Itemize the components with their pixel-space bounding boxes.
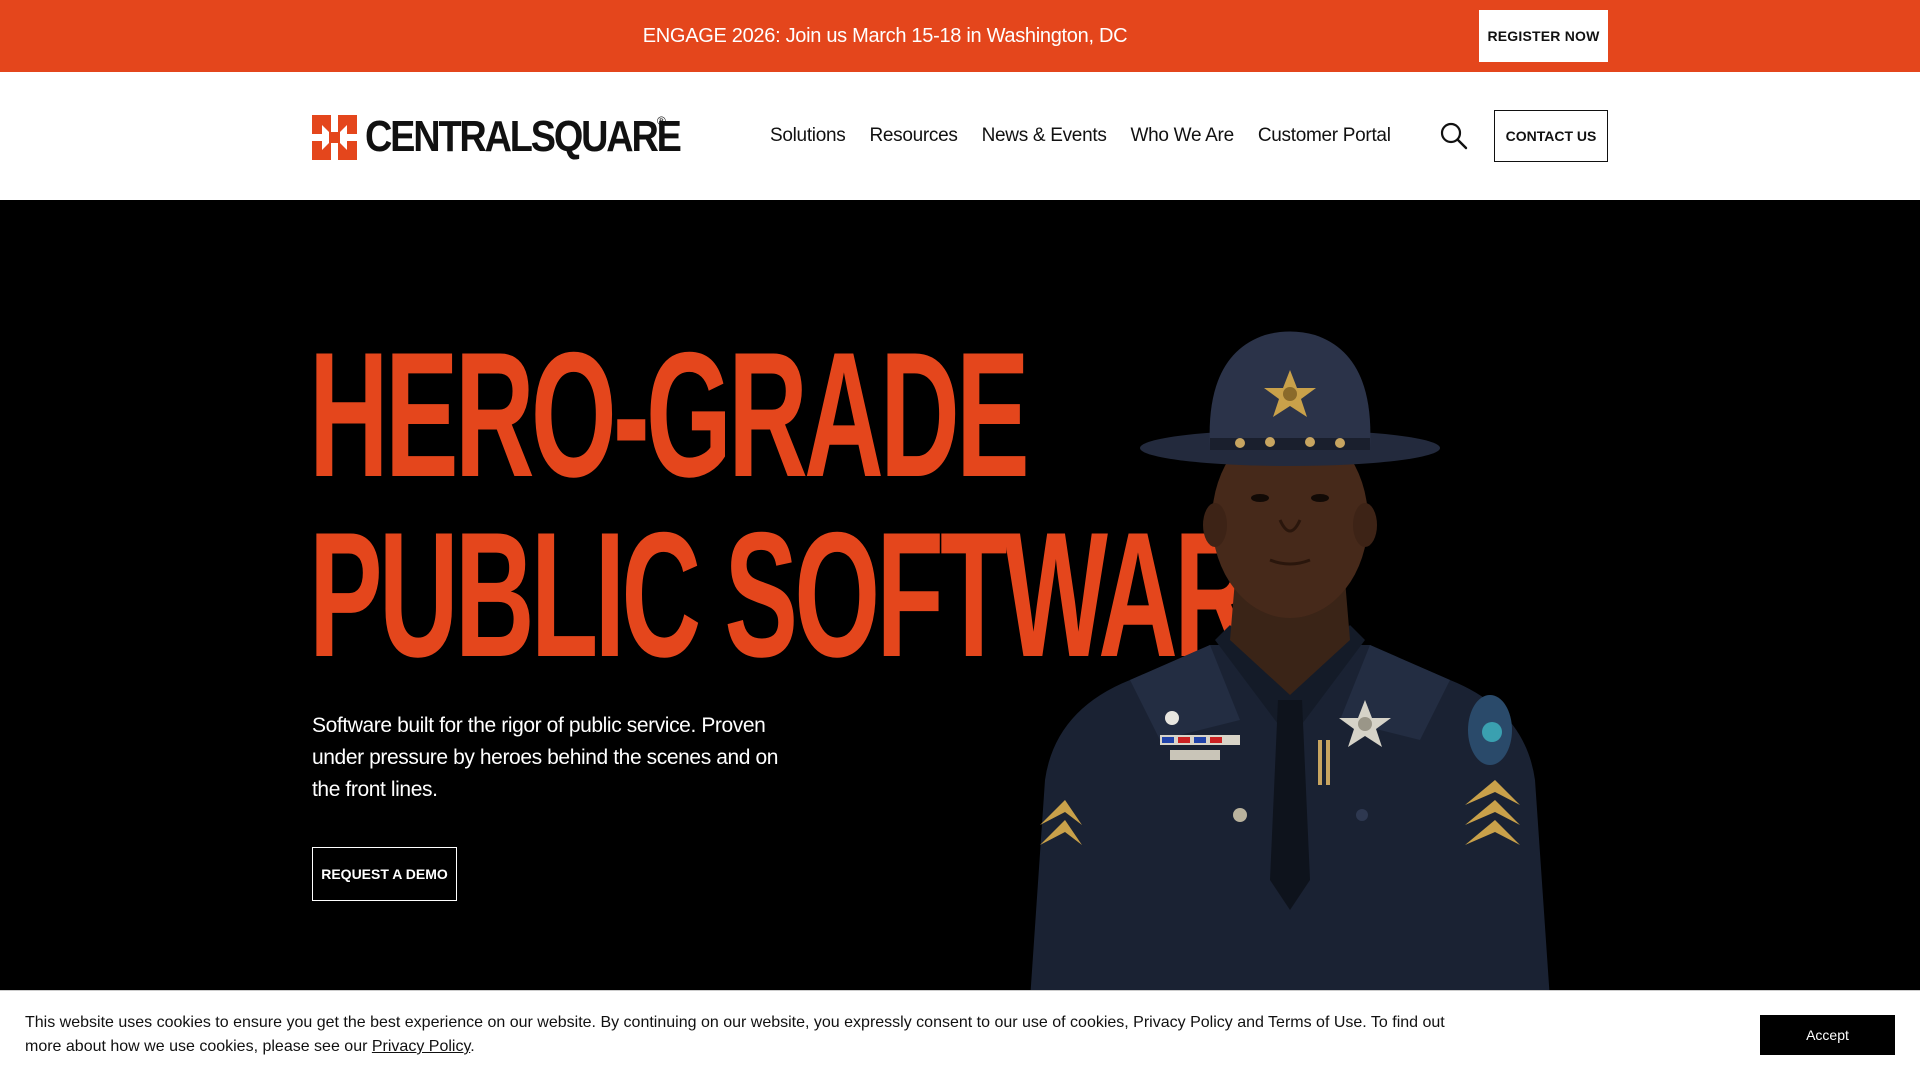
site-header: CENTRALSQUARE ® Solutions Resources News…	[0, 72, 1920, 200]
nav-solutions[interactable]: Solutions	[770, 125, 846, 147]
logo-wordmark: CENTRALSQUARE	[365, 112, 682, 161]
hero-subtext: Software built for the rigor of public s…	[312, 714, 779, 801]
nav-who-we-are[interactable]: Who We Are	[1131, 125, 1235, 147]
cookie-banner: This website uses cookies to ensure you …	[0, 990, 1920, 1080]
officer-photo	[1030, 331, 1550, 990]
main-nav: Solutions Resources News & Events Who We…	[770, 72, 1415, 200]
announcement-bar: ENGAGE 2026: Join us March 15-18 in Wash…	[0, 0, 1920, 72]
logo-mark-icon	[312, 114, 357, 160]
accept-cookies-button[interactable]: Accept	[1760, 1015, 1895, 1055]
cookie-message-end: .	[470, 1038, 475, 1055]
nav-customer-portal[interactable]: Customer Portal	[1258, 125, 1391, 147]
registered-mark: ®	[657, 114, 666, 128]
nav-news-events[interactable]: News & Events	[982, 125, 1107, 147]
hero-section: HERO-GRADE PUBLIC SOFTWARE Software buil…	[0, 200, 1920, 990]
cookie-message-text: This website uses cookies to ensure you …	[25, 1014, 1445, 1055]
contact-us-button[interactable]: CONTACT US	[1494, 110, 1608, 162]
nav-resources[interactable]: Resources	[869, 125, 957, 147]
centralsquare-logo[interactable]: CENTRALSQUARE ®	[312, 114, 731, 160]
search-icon[interactable]	[1438, 120, 1470, 152]
register-now-button[interactable]: REGISTER NOW	[1479, 10, 1608, 62]
cookie-message: This website uses cookies to ensure you …	[25, 1011, 1445, 1059]
request-demo-button[interactable]: REQUEST A DEMO	[312, 847, 457, 901]
privacy-policy-link[interactable]: Privacy Policy	[372, 1038, 470, 1055]
